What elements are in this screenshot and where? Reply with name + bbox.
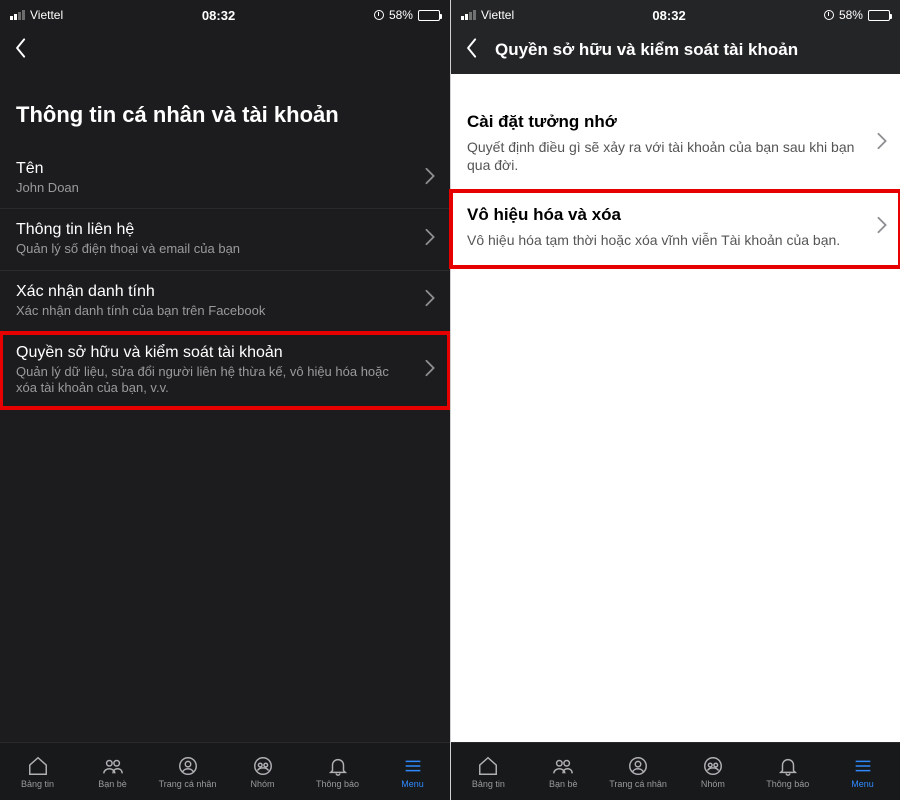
back-button[interactable] (12, 37, 30, 64)
nav-label: Thông báo (316, 779, 359, 789)
bell-icon (327, 755, 349, 777)
chevron-right-icon (424, 228, 436, 251)
nav-label: Bảng tin (472, 779, 505, 789)
nav-title: Quyền sở hữu và kiểm soát tài khoản (495, 40, 798, 60)
profile-icon (177, 755, 199, 777)
status-bar: Viettel 08:32 58% (0, 0, 450, 30)
carrier-label: Viettel (481, 8, 514, 22)
nav-profile[interactable]: Trang cá nhân (150, 743, 225, 800)
friends-icon (552, 755, 574, 777)
row-deactivate-delete[interactable]: Vô hiệu hóa và xóa Vô hiệu hóa tạm thời … (451, 191, 900, 266)
nav-friends[interactable]: Bạn bè (526, 743, 601, 800)
chevron-right-icon (876, 132, 888, 155)
status-right: 58% (374, 8, 440, 22)
content-area: Cài đặt tưởng nhớ Quyết định điều gì sẽ … (451, 74, 900, 742)
row-label: Cài đặt tưởng nhớ (467, 112, 862, 132)
home-icon (477, 755, 499, 777)
status-right: 58% (824, 8, 890, 22)
nav-label: Thông báo (766, 779, 809, 789)
nav-label: Bạn bè (98, 779, 127, 789)
nav-label: Trang cá nhân (609, 779, 667, 789)
nav-label: Nhóm (250, 779, 274, 789)
status-left: Viettel (10, 8, 63, 22)
carrier-label: Viettel (30, 8, 63, 22)
battery-pct-label: 58% (389, 8, 413, 22)
page-title: Thông tin cá nhân và tài khoản (0, 74, 450, 148)
screen-personal-info: Viettel 08:32 58% Thông tin cá nhân và t… (0, 0, 450, 800)
home-icon (27, 755, 49, 777)
row-memorialization[interactable]: Cài đặt tưởng nhớ Quyết định điều gì sẽ … (451, 98, 900, 191)
row-label: Tên (16, 160, 79, 178)
alarm-icon (824, 10, 834, 20)
chevron-right-icon (876, 216, 888, 239)
groups-icon (252, 755, 274, 777)
spacer (0, 409, 450, 742)
row-sub: Vô hiệu hóa tạm thời hoặc xóa vĩnh viễn … (467, 231, 840, 249)
screen-account-ownership: Viettel 08:32 58% Quyền sở hữu và kiểm s… (450, 0, 900, 800)
row-sub: Quyết định điều gì sẽ xảy ra với tài kho… (467, 138, 862, 174)
battery-icon (868, 10, 890, 21)
bottom-nav: Bảng tin Bạn bè Trang cá nhân Nhóm Thông… (451, 742, 900, 800)
nav-label: Menu (401, 779, 424, 789)
nav-header: Quyền sở hữu và kiểm soát tài khoản (451, 30, 900, 74)
bottom-nav: Bảng tin Bạn bè Trang cá nhân Nhóm Thông… (0, 742, 450, 800)
nav-notifications[interactable]: Thông báo (750, 743, 825, 800)
nav-newsfeed[interactable]: Bảng tin (0, 743, 75, 800)
row-label: Thông tin liên hệ (16, 221, 240, 239)
nav-menu[interactable]: Menu (825, 743, 900, 800)
nav-label: Menu (851, 779, 874, 789)
nav-label: Trang cá nhân (159, 779, 217, 789)
row-sub: Xác nhận danh tính của bạn trên Facebook (16, 303, 265, 319)
nav-header (0, 30, 450, 74)
nav-friends[interactable]: Bạn bè (75, 743, 150, 800)
row-sub: John Doan (16, 180, 79, 196)
battery-icon (418, 10, 440, 21)
nav-label: Nhóm (701, 779, 725, 789)
nav-label: Bạn bè (549, 779, 578, 789)
signal-icon (461, 10, 476, 20)
nav-menu[interactable]: Menu (375, 743, 450, 800)
row-label: Quyền sở hữu và kiểm soát tài khoản (16, 344, 406, 362)
row-label: Vô hiệu hóa và xóa (467, 205, 840, 225)
row-sub: Quản lý số điện thoại và email của bạn (16, 241, 240, 257)
chevron-right-icon (424, 167, 436, 190)
profile-icon (627, 755, 649, 777)
clock-label: 08:32 (202, 8, 235, 23)
row-account-ownership[interactable]: Quyền sở hữu và kiểm soát tài khoản Quản… (0, 332, 450, 410)
nav-profile[interactable]: Trang cá nhân (601, 743, 676, 800)
nav-label: Bảng tin (21, 779, 54, 789)
signal-icon (10, 10, 25, 20)
nav-newsfeed[interactable]: Bảng tin (451, 743, 526, 800)
nav-notifications[interactable]: Thông báo (300, 743, 375, 800)
row-contact-info[interactable]: Thông tin liên hệ Quản lý số điện thoại … (0, 209, 450, 270)
row-label: Xác nhận danh tính (16, 283, 265, 301)
nav-groups[interactable]: Nhóm (675, 743, 750, 800)
status-bar: Viettel 08:32 58% (451, 0, 900, 30)
chevron-right-icon (424, 359, 436, 382)
menu-icon (852, 755, 874, 777)
groups-icon (702, 755, 724, 777)
battery-pct-label: 58% (839, 8, 863, 22)
clock-label: 08:32 (652, 8, 685, 23)
bell-icon (777, 755, 799, 777)
menu-icon (402, 755, 424, 777)
back-button[interactable] (463, 37, 481, 64)
friends-icon (102, 755, 124, 777)
row-sub: Quản lý dữ liệu, sửa đổi người liên hệ t… (16, 364, 406, 397)
chevron-right-icon (424, 289, 436, 312)
nav-groups[interactable]: Nhóm (225, 743, 300, 800)
row-name[interactable]: Tên John Doan (0, 148, 450, 209)
status-left: Viettel (461, 8, 514, 22)
alarm-icon (374, 10, 384, 20)
row-identity-confirm[interactable]: Xác nhận danh tính Xác nhận danh tính củ… (0, 271, 450, 332)
